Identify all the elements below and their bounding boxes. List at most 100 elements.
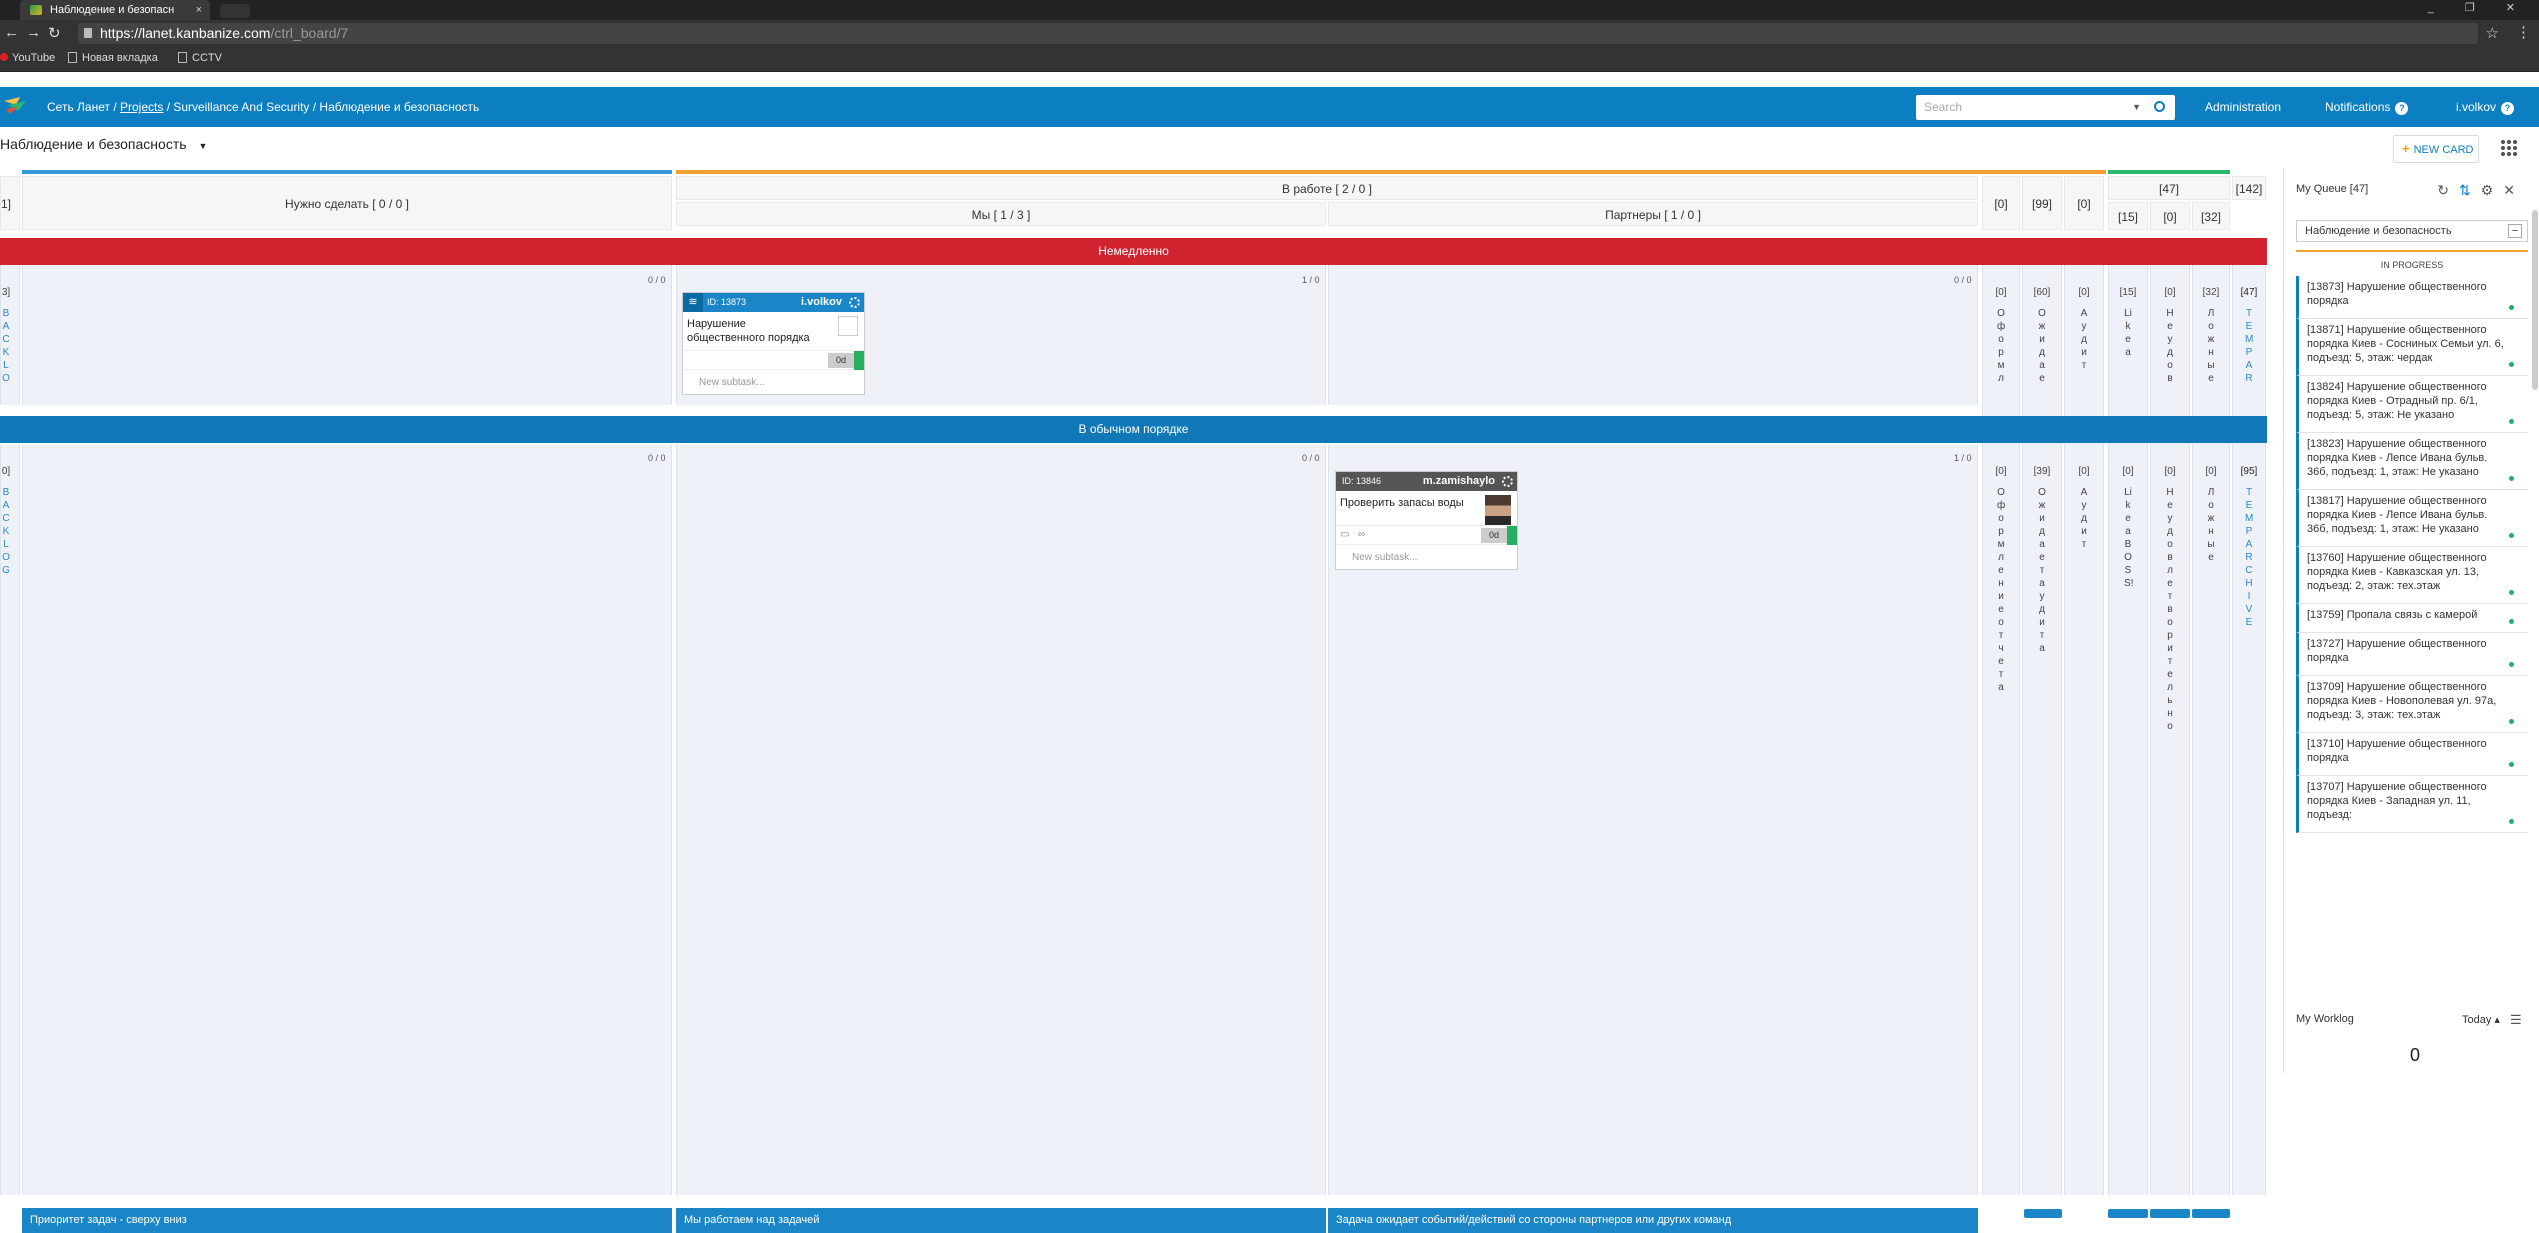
column-name-vertical: Аудит xyxy=(2080,487,2088,550)
gear-icon[interactable] xyxy=(849,297,860,308)
list-item-text: [13727] Нарушение общественного порядка xyxy=(2307,638,2487,664)
close-icon[interactable]: ✕ xyxy=(2503,182,2525,198)
browser-menu-icon[interactable]: ⋮ xyxy=(2516,23,2531,41)
list-item[interactable]: [13823] Нарушение общественного порядка … xyxy=(2296,433,2528,490)
column-header-c0c[interactable]: [0] xyxy=(2150,202,2190,230)
column-header-c32[interactable]: [32] xyxy=(2192,202,2230,230)
new-card-label: NEW CARD xyxy=(2413,144,2474,156)
list-item[interactable]: [13824] Нарушение общественного порядка … xyxy=(2296,376,2528,433)
comment-icon[interactable]: ▭ xyxy=(1340,529,1349,540)
card-age: 0d xyxy=(1481,528,1507,543)
collapse-icon[interactable]: − xyxy=(2508,224,2522,238)
bookmark-new-tab[interactable]: Новая вкладка xyxy=(68,52,158,64)
urgent-cell-like-a-boss[interactable]: [15] Like a xyxy=(2116,286,2140,359)
notifications-link[interactable]: Notifications? xyxy=(2325,100,2409,115)
column-description-tab[interactable] xyxy=(2150,1209,2190,1218)
swimlane-urgent[interactable]: Немедленно xyxy=(0,238,2267,265)
sort-icon[interactable]: ⇅ xyxy=(2459,182,2481,198)
new-tab-button[interactable] xyxy=(220,4,250,18)
column-header-c47[interactable]: [47] xyxy=(2108,176,2230,200)
kanbanize-logo-icon[interactable] xyxy=(4,95,28,115)
search-dropdown-icon[interactable]: ▼ xyxy=(2132,95,2141,120)
board-title[interactable]: Наблюдение и безопасность ▼ xyxy=(0,136,207,152)
administration-link[interactable]: Administration xyxy=(2205,100,2281,114)
reload-icon[interactable]: ↻ xyxy=(48,24,61,42)
browser-tab[interactable]: Наблюдение и безопасн × xyxy=(20,0,210,20)
crumb-root[interactable]: Сеть Ланет xyxy=(47,100,110,114)
in-progress-color-bar xyxy=(676,170,2106,174)
column-header-c142[interactable]: [142] xyxy=(2232,176,2266,200)
list-item-text: [13760] Нарушение общественного порядка … xyxy=(2307,552,2487,592)
board-selector[interactable]: Наблюдение и безопасность − xyxy=(2296,220,2528,242)
list-item[interactable]: [13759] Пропала связь с камерой xyxy=(2296,604,2528,633)
backlog-normal-cell[interactable]: 0] BACKLOG xyxy=(0,465,18,577)
new-subtask-input[interactable]: New subtask... xyxy=(1336,544,1517,569)
normal-cell-waiting[interactable]: [39] Ожидает аудита xyxy=(2030,465,2054,655)
task-card[interactable]: ≋ ID: 13873 i.volkov Нарушение обществен… xyxy=(682,292,865,395)
bookmark-youtube[interactable]: YouTube xyxy=(0,52,55,64)
urgent-cell-false[interactable]: [32] Ложные xyxy=(2199,286,2223,385)
gear-icon[interactable]: ⚙ xyxy=(2481,182,2504,198)
urgent-cell-unsatisfactory[interactable]: [0] Неудов xyxy=(2158,286,2182,385)
column-header-c0b[interactable]: [0] xyxy=(2064,176,2104,230)
list-item[interactable]: [13709] Нарушение общественного порядка … xyxy=(2296,676,2528,733)
todo-column-header[interactable]: Нужно сделать [ 0 / 0 ] xyxy=(22,176,672,230)
panel-scrollbar[interactable] xyxy=(2532,210,2538,390)
bookmark-cctv[interactable]: CCTV xyxy=(178,52,222,64)
normal-cell-report[interactable]: [0] Оформление отчета xyxy=(1989,465,2013,694)
column-description-tab[interactable] xyxy=(2192,1209,2230,1218)
list-item[interactable]: [13727] Нарушение общественного порядка xyxy=(2296,633,2528,676)
new-subtask-input[interactable]: New subtask... xyxy=(683,369,864,394)
cell-count: [47] xyxy=(2240,287,2258,298)
back-icon[interactable]: ← xyxy=(4,24,19,41)
gear-icon[interactable] xyxy=(1502,476,1513,487)
window-controls[interactable]: _ ❐ ✕ xyxy=(2428,0,2529,16)
in-progress-column-header[interactable]: В работе [ 2 / 0 ] xyxy=(676,176,1978,200)
url-field[interactable]: https://lanet.kanbanize.com/ctrl_board/7 xyxy=(78,23,2478,44)
normal-cell-audit[interactable]: [0] Аудит xyxy=(2072,465,2096,551)
new-card-button[interactable]: + NEW CARD xyxy=(2393,135,2479,163)
column-header-c99[interactable]: [99] xyxy=(2022,176,2062,230)
crumb-rest[interactable]: / Surveillance And Security / Наблюдение… xyxy=(163,100,480,114)
link-icon[interactable]: ∞ xyxy=(1358,529,1365,540)
urgent-cell-report[interactable]: [0] Оформл xyxy=(1989,286,2013,385)
normal-cell-false[interactable]: [0] Ложные xyxy=(2199,465,2223,564)
list-item[interactable]: [13817] Нарушение общественного порядка … xyxy=(2296,490,2528,547)
list-item[interactable]: [13871] Нарушение общественного порядка … xyxy=(2296,319,2528,376)
search-icon[interactable] xyxy=(2154,101,2165,112)
partners-column-header[interactable]: Партнеры [ 1 / 0 ] xyxy=(1328,202,1978,226)
urgent-cell-temp-archive[interactable]: [47] TEMP AR xyxy=(2237,286,2261,408)
crumb-projects[interactable]: Projects xyxy=(120,100,163,114)
column-description-tab[interactable] xyxy=(2108,1209,2148,1218)
column-description-tab[interactable] xyxy=(2024,1209,2062,1218)
urgent-cell-waiting[interactable]: [60] Ожидае xyxy=(2030,286,2054,385)
forward-icon[interactable]: → xyxy=(26,24,41,41)
kanban-board: 1] Нужно сделать [ 0 / 0 ] В работе [ 2 … xyxy=(0,168,2267,1233)
normal-cell-unsatisfactory[interactable]: [0] Неудовлетворительно xyxy=(2158,465,2182,733)
normal-cell-temp-archive[interactable]: [95] TEMP ARCHIVE xyxy=(2237,465,2261,629)
swimlane-normal[interactable]: В обычном порядке xyxy=(0,416,2267,443)
refresh-icon[interactable]: ↻ xyxy=(2437,182,2459,198)
bookmark-star-icon[interactable]: ☆ xyxy=(2486,24,2499,42)
backlog-column-header[interactable]: 1] xyxy=(0,176,20,230)
apps-grid-icon[interactable] xyxy=(2500,139,2518,157)
column-name-vertical: Like a xyxy=(2124,308,2132,358)
list-item[interactable]: [13707] Нарушение общественного порядка … xyxy=(2296,776,2528,833)
tab-close-icon[interactable]: × xyxy=(196,0,202,20)
card-title[interactable]: Проверить запасы воды xyxy=(1336,491,1517,525)
backlog-urgent-cell[interactable]: 3] BACKLO xyxy=(0,286,18,385)
search-input[interactable]: Search ▼ xyxy=(1916,95,2175,120)
today-dropdown[interactable]: Today ▴ xyxy=(2462,1013,2500,1026)
list-view-icon[interactable]: ☰ xyxy=(2510,1012,2522,1028)
list-item[interactable]: [13873] Нарушение общественного порядка xyxy=(2296,276,2528,319)
urgent-cell-audit[interactable]: [0] Аудит xyxy=(2072,286,2096,372)
column-header-c15[interactable]: [15] xyxy=(2108,202,2148,230)
normal-cell-like-a-boss[interactable]: [0] Like a BOSS! xyxy=(2116,465,2140,590)
task-card[interactable]: ID: 13846 m.zamishaylo Проверить запасы … xyxy=(1335,471,1518,570)
we-column-header[interactable]: Мы [ 1 / 3 ] xyxy=(676,202,1326,226)
user-menu[interactable]: i.volkov? xyxy=(2456,100,2515,115)
card-title[interactable]: Нарушение общественного порядка xyxy=(683,312,864,350)
column-header-c0a[interactable]: [0] xyxy=(1982,176,2020,230)
list-item[interactable]: [13760] Нарушение общественного порядка … xyxy=(2296,547,2528,604)
list-item[interactable]: [13710] Нарушение общественного порядка xyxy=(2296,733,2528,776)
